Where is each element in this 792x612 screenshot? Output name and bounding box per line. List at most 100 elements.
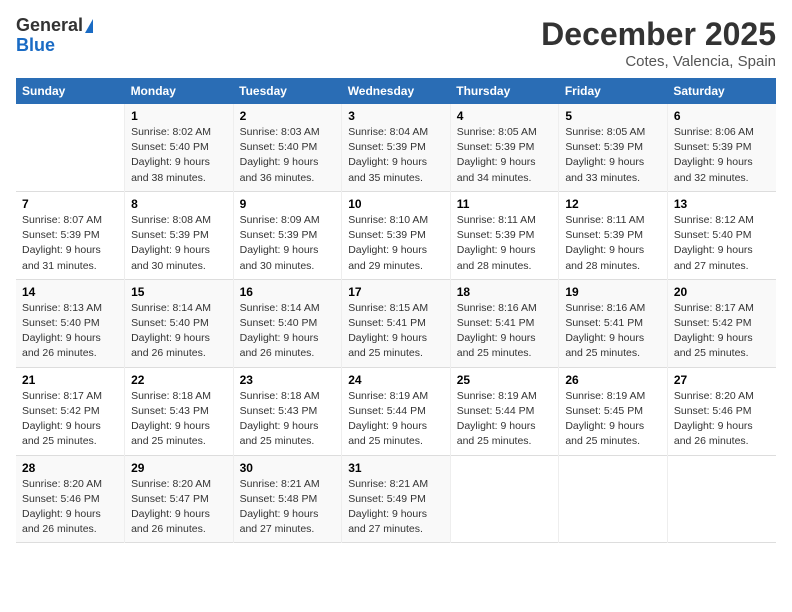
- header-sunday: Sunday: [16, 78, 125, 104]
- week-row-3: 14Sunrise: 8:13 AM Sunset: 5:40 PM Dayli…: [16, 279, 776, 367]
- day-content: Sunrise: 8:15 AM Sunset: 5:41 PM Dayligh…: [348, 301, 444, 362]
- day-number: 26: [565, 373, 661, 387]
- day-number: 15: [131, 285, 227, 299]
- day-content: Sunrise: 8:08 AM Sunset: 5:39 PM Dayligh…: [131, 213, 227, 274]
- day-content: Sunrise: 8:17 AM Sunset: 5:42 PM Dayligh…: [22, 389, 118, 450]
- day-content: Sunrise: 8:09 AM Sunset: 5:39 PM Dayligh…: [240, 213, 336, 274]
- day-number: 25: [457, 373, 553, 387]
- week-row-2: 7 Sunrise: 8:07 AM Sunset: 5:39 PM Daylig…: [16, 191, 776, 279]
- day-content: Sunrise: 8:03 AM Sunset: 5:40 PM Dayligh…: [240, 125, 336, 186]
- day-content: Sunrise: 8:20 AM Sunset: 5:47 PM Dayligh…: [131, 477, 227, 538]
- header-monday: Monday: [125, 78, 234, 104]
- day-content: Sunrise: 8:10 AM Sunset: 5:39 PM Dayligh…: [348, 213, 444, 274]
- calendar-cell: 22Sunrise: 8:18 AM Sunset: 5:43 PM Dayli…: [125, 367, 234, 455]
- day-number: 7: [22, 197, 118, 211]
- logo-general-text: General: [16, 16, 83, 36]
- day-number: 1: [131, 109, 227, 123]
- day-number: 29: [131, 461, 227, 475]
- header-saturday: Saturday: [667, 78, 776, 104]
- day-content: Sunrise: 8:21 AM Sunset: 5:48 PM Dayligh…: [240, 477, 336, 538]
- calendar-cell: 29 Sunrise: 8:20 AM Sunset: 5:47 PM Dayli…: [125, 455, 234, 543]
- day-content: Sunrise: 8:04 AM Sunset: 5:39 PM Dayligh…: [348, 125, 444, 186]
- calendar-cell: [667, 455, 776, 543]
- day-number: 6: [674, 109, 770, 123]
- calendar-cell: 13 Sunrise: 8:12 AM Sunset: 5:40 PM Dayli…: [667, 191, 776, 279]
- day-number: 17: [348, 285, 444, 299]
- calendar-cell: 2Sunrise: 8:03 AM Sunset: 5:40 PM Daylig…: [233, 104, 342, 191]
- calendar-cell: 17 Sunrise: 8:15 AM Sunset: 5:41 PM Dayli…: [342, 279, 451, 367]
- day-number: 5: [565, 109, 661, 123]
- header-friday: Friday: [559, 78, 668, 104]
- day-number: 12: [565, 197, 661, 211]
- day-number: 3: [348, 109, 444, 123]
- calendar-cell: 30Sunrise: 8:21 AM Sunset: 5:48 PM Dayli…: [233, 455, 342, 543]
- day-content: Sunrise: 8:20 AM Sunset: 5:46 PM Dayligh…: [674, 389, 770, 450]
- header-wednesday: Wednesday: [342, 78, 451, 104]
- day-content: Sunrise: 8:18 AM Sunset: 5:43 PM Dayligh…: [240, 389, 336, 450]
- calendar-cell: 1 Sunrise: 8:02 AM Sunset: 5:40 PM Daylig…: [125, 104, 234, 191]
- calendar-table: SundayMondayTuesdayWednesdayThursdayFrid…: [16, 78, 776, 543]
- day-content: Sunrise: 8:12 AM Sunset: 5:40 PM Dayligh…: [674, 213, 770, 274]
- logo-blue-text: Blue: [16, 36, 55, 56]
- day-content: Sunrise: 8:14 AM Sunset: 5:40 PM Dayligh…: [240, 301, 336, 362]
- day-content: Sunrise: 8:17 AM Sunset: 5:42 PM Dayligh…: [674, 301, 770, 362]
- day-content: Sunrise: 8:19 AM Sunset: 5:44 PM Dayligh…: [348, 389, 444, 450]
- day-number: 23: [240, 373, 336, 387]
- day-number: 28: [22, 461, 118, 475]
- calendar-cell: 4Sunrise: 8:05 AM Sunset: 5:39 PM Daylig…: [450, 104, 559, 191]
- day-number: 22: [131, 373, 227, 387]
- day-number: 14: [22, 285, 118, 299]
- calendar-cell: 3 Sunrise: 8:04 AM Sunset: 5:39 PM Daylig…: [342, 104, 451, 191]
- calendar-cell: 15 Sunrise: 8:14 AM Sunset: 5:40 PM Dayli…: [125, 279, 234, 367]
- day-number: 18: [457, 285, 553, 299]
- day-number: 24: [348, 373, 444, 387]
- day-content: Sunrise: 8:16 AM Sunset: 5:41 PM Dayligh…: [565, 301, 661, 362]
- logo: General Blue: [16, 16, 93, 56]
- day-content: Sunrise: 8:16 AM Sunset: 5:41 PM Dayligh…: [457, 301, 553, 362]
- calendar-cell: 8 Sunrise: 8:08 AM Sunset: 5:39 PM Daylig…: [125, 191, 234, 279]
- calendar-subtitle: Cotes, Valencia, Spain: [541, 53, 776, 70]
- day-number: 11: [457, 197, 553, 211]
- day-content: Sunrise: 8:02 AM Sunset: 5:40 PM Dayligh…: [131, 125, 227, 186]
- calendar-cell: 7 Sunrise: 8:07 AM Sunset: 5:39 PM Daylig…: [16, 191, 125, 279]
- calendar-cell: 6Sunrise: 8:06 AM Sunset: 5:39 PM Daylig…: [667, 104, 776, 191]
- day-content: Sunrise: 8:19 AM Sunset: 5:44 PM Dayligh…: [457, 389, 553, 450]
- day-number: 4: [457, 109, 553, 123]
- calendar-cell: [16, 104, 125, 191]
- day-content: Sunrise: 8:05 AM Sunset: 5:39 PM Dayligh…: [565, 125, 661, 186]
- header-tuesday: Tuesday: [233, 78, 342, 104]
- day-number: 16: [240, 285, 336, 299]
- calendar-cell: 19 Sunrise: 8:16 AM Sunset: 5:41 PM Dayli…: [559, 279, 668, 367]
- header-row: SundayMondayTuesdayWednesdayThursdayFrid…: [16, 78, 776, 104]
- calendar-cell: 25 Sunrise: 8:19 AM Sunset: 5:44 PM Dayli…: [450, 367, 559, 455]
- calendar-cell: [450, 455, 559, 543]
- calendar-cell: 16 Sunrise: 8:14 AM Sunset: 5:40 PM Dayli…: [233, 279, 342, 367]
- calendar-cell: 9 Sunrise: 8:09 AM Sunset: 5:39 PM Daylig…: [233, 191, 342, 279]
- day-number: 13: [674, 197, 770, 211]
- day-number: 10: [348, 197, 444, 211]
- day-number: 9: [240, 197, 336, 211]
- day-number: 27: [674, 373, 770, 387]
- page-header: General Blue December 2025 Cotes, Valenc…: [16, 16, 776, 70]
- day-number: 19: [565, 285, 661, 299]
- calendar-cell: [559, 455, 668, 543]
- day-number: 8: [131, 197, 227, 211]
- calendar-cell: 12 Sunrise: 8:11 AM Sunset: 5:39 PM Dayli…: [559, 191, 668, 279]
- day-number: 31: [348, 461, 444, 475]
- day-number: 20: [674, 285, 770, 299]
- day-number: 21: [22, 373, 118, 387]
- calendar-cell: 5 Sunrise: 8:05 AM Sunset: 5:39 PM Daylig…: [559, 104, 668, 191]
- day-content: Sunrise: 8:11 AM Sunset: 5:39 PM Dayligh…: [565, 213, 661, 274]
- week-row-4: 21 Sunrise: 8:17 AM Sunset: 5:42 PM Dayli…: [16, 367, 776, 455]
- week-row-1: 1 Sunrise: 8:02 AM Sunset: 5:40 PM Daylig…: [16, 104, 776, 191]
- day-content: Sunrise: 8:19 AM Sunset: 5:45 PM Dayligh…: [565, 389, 661, 450]
- calendar-cell: 18 Sunrise: 8:16 AM Sunset: 5:41 PM Dayli…: [450, 279, 559, 367]
- calendar-cell: 27 Sunrise: 8:20 AM Sunset: 5:46 PM Dayli…: [667, 367, 776, 455]
- week-row-5: 28Sunrise: 8:20 AM Sunset: 5:46 PM Dayli…: [16, 455, 776, 543]
- calendar-cell: 28Sunrise: 8:20 AM Sunset: 5:46 PM Dayli…: [16, 455, 125, 543]
- calendar-cell: 14Sunrise: 8:13 AM Sunset: 5:40 PM Dayli…: [16, 279, 125, 367]
- day-content: Sunrise: 8:14 AM Sunset: 5:40 PM Dayligh…: [131, 301, 227, 362]
- day-content: Sunrise: 8:07 AM Sunset: 5:39 PM Dayligh…: [22, 213, 118, 274]
- title-block: December 2025 Cotes, Valencia, Spain: [541, 16, 776, 70]
- logo-icon: [85, 19, 93, 33]
